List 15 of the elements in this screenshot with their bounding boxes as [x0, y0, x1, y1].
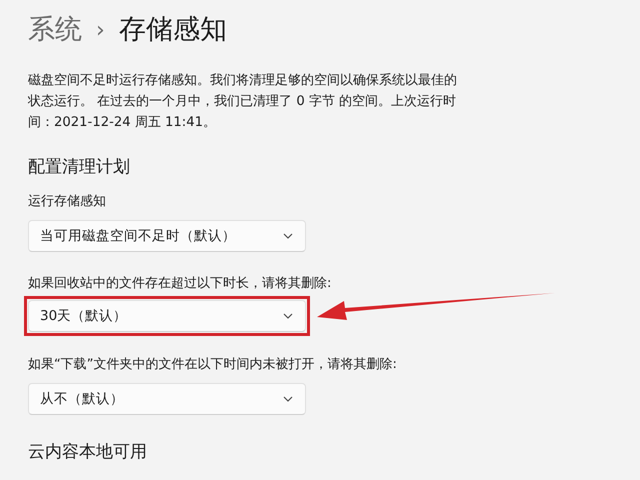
chevron-down-icon: [283, 233, 293, 239]
chevron-down-icon: [283, 396, 293, 402]
setting-label: 如果回收站中的文件存在超过以下时长，请将其删除:: [28, 275, 332, 293]
section-heading: 云内容本地可用: [28, 441, 148, 464]
dropdown[interactable]: 当可用磁盘空间不足时（默认）: [28, 220, 306, 252]
dropdown[interactable]: 从不（默认）: [28, 383, 306, 415]
chevron-down-icon: [283, 313, 293, 319]
section-heading: 配置清理计划: [28, 156, 131, 179]
breadcrumb-separator: ›: [96, 16, 105, 44]
breadcrumb-item[interactable]: 系统: [28, 10, 82, 50]
breadcrumb-item: 存储感知: [118, 12, 227, 47]
setting-label: 运行存储感知: [28, 193, 107, 211]
setting-label: 如果“下载”文件夹中的文件在以下时间内未被打开，请将其删除:: [28, 356, 398, 374]
description-text: 磁盘空间不足时运行存储感知。我们将清理足够的空间以确保系统以最佳的状态运行。 在过去的一个月中，我们已清理了 0 字节 的空间。上次运行时间：2021-12-24 周五 11:41。: [28, 72, 458, 132]
dropdown[interactable]: 30天（默认）: [28, 300, 306, 332]
